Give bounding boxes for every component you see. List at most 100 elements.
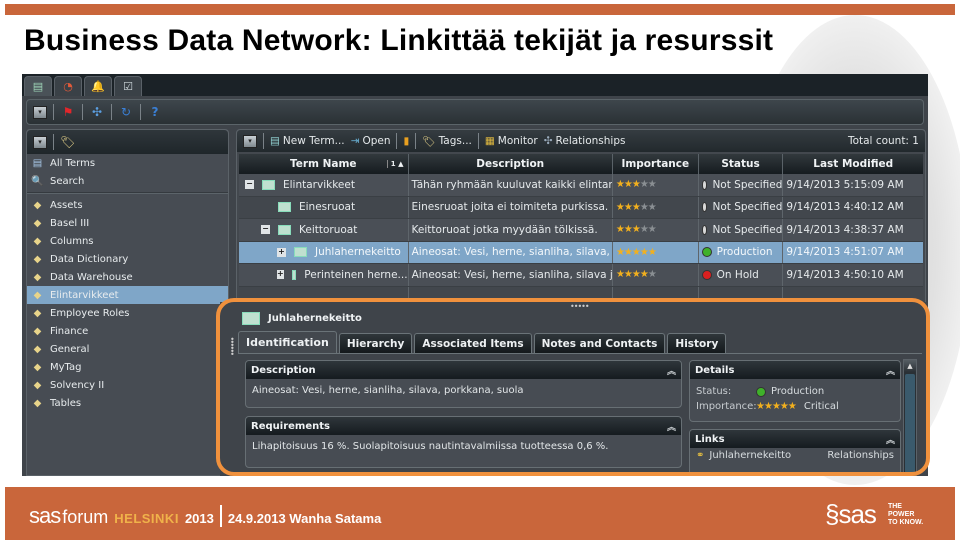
monitor-button[interactable]: ▦ Monitor bbox=[485, 135, 538, 147]
event-city: HELSINKI bbox=[114, 511, 179, 526]
new-term-button[interactable]: ▤ New Term... bbox=[270, 135, 345, 147]
star-icon: ★ bbox=[631, 246, 641, 258]
splitter-grip-vertical[interactable]: • • • • • • bbox=[230, 336, 235, 359]
sas-logo-block: §sas THE POWER TO KNOW. bbox=[825, 499, 923, 530]
tag-item-assets[interactable]: ◆ Assets bbox=[27, 196, 228, 214]
terms-toolbar: ▾ ▤ New Term... ⇥ Open ▮ 🏷 Tags... ▦ Monitor… bbox=[237, 130, 925, 152]
sort-indicator[interactable]: 1 ▲ bbox=[386, 160, 404, 168]
table-row[interactable]: + Juhlahernekeitto Aineosat: Vesi, herne,… bbox=[239, 241, 923, 264]
table-row[interactable]: + Perinteinen herne... Aineosat: Vesi, he… bbox=[239, 264, 923, 287]
panel-menu-icon[interactable]: ▾ bbox=[33, 135, 47, 149]
status-dot-icon bbox=[701, 247, 712, 258]
grid-menu-icon[interactable]: ▾ bbox=[243, 134, 257, 148]
tag-item-columns[interactable]: ◆ Columns bbox=[27, 232, 228, 250]
collapse-icon[interactable]: ︽ bbox=[886, 433, 895, 446]
tab-identification[interactable]: Identification bbox=[238, 331, 337, 353]
help-icon[interactable]: ? bbox=[147, 104, 163, 120]
expand-icon[interactable]: + bbox=[277, 270, 284, 280]
star-icon: ★ bbox=[639, 224, 649, 236]
cell-term-name: − Elintarvikkeet bbox=[239, 174, 409, 196]
star-icon: ★ bbox=[623, 201, 633, 213]
app-tab-checklist[interactable]: ☑ bbox=[114, 76, 142, 96]
tag-label: Columns bbox=[50, 235, 94, 247]
tags-icon: 🏷 bbox=[422, 135, 436, 148]
column-header-description[interactable]: Description bbox=[409, 154, 613, 174]
tag-item-mytag[interactable]: ◆ MyTag bbox=[27, 358, 228, 376]
star-icon: ★ bbox=[639, 269, 649, 281]
app-tab-dashboard[interactable]: ◔ bbox=[54, 76, 82, 96]
table-row[interactable]: Einesruoat Einesruoat joita ei toimiteta… bbox=[239, 196, 923, 219]
term-icon bbox=[278, 224, 291, 235]
relationships-button[interactable]: ✣ Relationships bbox=[544, 135, 626, 147]
detail-scrollbar[interactable]: ▲ bbox=[903, 359, 917, 476]
cell-importance: ★★★★★ bbox=[613, 219, 699, 241]
tags-panel: ▾ 🏷 ▤ All Terms 🔍 Search ◆ Assets ◆ Basel III ◆… bbox=[26, 129, 229, 476]
importance-value: Critical bbox=[803, 401, 839, 412]
scroll-up-icon[interactable]: ▲ bbox=[904, 360, 916, 372]
star-icon: ★ bbox=[647, 246, 657, 258]
importance-stars: ★★★★★ bbox=[616, 179, 657, 190]
tab-history[interactable]: History bbox=[667, 333, 727, 353]
star-icon: ★ bbox=[631, 224, 641, 236]
dashboard-icon: ◔ bbox=[63, 80, 73, 93]
tag-item-employee-roles[interactable]: ◆ Employee Roles bbox=[27, 304, 228, 322]
expand-icon[interactable]: + bbox=[277, 247, 286, 257]
app-tab-bell[interactable]: 🔔 bbox=[84, 76, 112, 96]
column-header-term-name[interactable]: Term Name 1 ▲ bbox=[239, 154, 409, 174]
importance-stars: ★★★★★ bbox=[756, 401, 797, 412]
tab-notes-and-contacts[interactable]: Notes and Contacts bbox=[533, 333, 666, 353]
app-tab-terms[interactable]: ▤ bbox=[24, 76, 52, 96]
tag-item-data-warehouse[interactable]: ◆ Data Warehouse bbox=[27, 268, 228, 286]
splitter-grip-horizontal[interactable]: ••••• bbox=[570, 302, 590, 311]
tab-associated-items[interactable]: Associated Items bbox=[414, 333, 532, 353]
footer-separator bbox=[219, 505, 222, 527]
table-row[interactable]: − Keittoruoat Keittoruoat jotka myydään t… bbox=[239, 219, 923, 242]
tag-item-tables[interactable]: ◆ Tables bbox=[27, 394, 228, 412]
collapse-icon[interactable]: ︽ bbox=[667, 420, 676, 433]
collapse-icon[interactable]: ︽ bbox=[886, 364, 895, 377]
tags-icon[interactable]: 🏷 bbox=[60, 135, 75, 149]
cell-last-modified: 9/14/2013 4:40:12 AM bbox=[786, 201, 904, 214]
tab-underline bbox=[238, 353, 922, 354]
description-section-header: Description ︽ bbox=[246, 361, 681, 379]
menu-dropdown-icon[interactable]: ▾ bbox=[33, 105, 47, 119]
tag-item-solvency-ii[interactable]: ◆ Solvency II bbox=[27, 376, 228, 394]
open-button[interactable]: ⇥ Open bbox=[351, 135, 391, 147]
tags-button[interactable]: 🏷 Tags... bbox=[422, 135, 472, 148]
flag-icon[interactable]: ⚑ bbox=[60, 104, 76, 120]
tab-hierarchy[interactable]: Hierarchy bbox=[338, 333, 413, 353]
details-section: Details ︽ Status: Production Importance: ★★… bbox=[689, 360, 901, 422]
link-item[interactable]: Juhlahernekeitto bbox=[709, 450, 791, 461]
column-header-last-modified[interactable]: Last Modified bbox=[783, 154, 923, 174]
forum-wordmark: forum bbox=[62, 507, 109, 527]
refresh-icon[interactable]: ↻ bbox=[118, 104, 134, 120]
tag-item-data-dictionary[interactable]: ◆ Data Dictionary bbox=[27, 250, 228, 268]
event-branding: sas forum HELSINKI 2013 24.9.2013 Wanha … bbox=[29, 503, 381, 529]
cell-last-modified: 9/14/2013 4:50:10 AM bbox=[786, 268, 904, 281]
tag-item-basel-iii[interactable]: ◆ Basel III bbox=[27, 214, 228, 232]
tag-icon: ◆ bbox=[33, 217, 42, 229]
terms-grid: Term Name 1 ▲ Description Importance Stat… bbox=[239, 154, 923, 309]
table-row[interactable]: − Elintarvikkeet Tähän ryhmään kuuluvat k… bbox=[239, 174, 923, 197]
column-header-importance[interactable]: Importance bbox=[613, 154, 699, 174]
links-section: Links ︽ ⚭ Juhlahernekeitto Relationships bbox=[689, 429, 901, 476]
detail-title: Juhlahernekeitto bbox=[268, 313, 362, 324]
cell-importance: ★★★★★ bbox=[613, 241, 699, 263]
tag-item-general[interactable]: ◆ General bbox=[27, 340, 228, 358]
collapse-icon[interactable]: ︽ bbox=[667, 364, 676, 377]
tag-item-elintarvikkeet[interactable]: ◆ Elintarvikkeet bbox=[27, 286, 228, 304]
collapse-icon[interactable]: − bbox=[261, 225, 270, 235]
tag-item-finance[interactable]: ◆ Finance bbox=[27, 322, 228, 340]
cell-description: Aineosat: Vesi, herne, sianliha, silava … bbox=[409, 264, 613, 286]
scroll-thumb[interactable] bbox=[905, 374, 915, 474]
link-row[interactable]: ⚭ Juhlahernekeitto Relationships bbox=[690, 448, 900, 463]
nav-item-all-terms[interactable]: ▤ All Terms bbox=[27, 154, 228, 172]
cell-status: On Hold bbox=[699, 264, 784, 286]
column-header-status[interactable]: Status bbox=[699, 154, 784, 174]
sas-wordmark: sas bbox=[29, 503, 61, 528]
delete-button[interactable]: ▮ bbox=[403, 135, 409, 147]
tag-icon: ◆ bbox=[33, 379, 42, 391]
collapse-icon[interactable]: − bbox=[245, 180, 254, 190]
nav-item-search[interactable]: 🔍 Search bbox=[27, 172, 228, 190]
relationships-icon[interactable]: ✣ bbox=[89, 104, 105, 120]
